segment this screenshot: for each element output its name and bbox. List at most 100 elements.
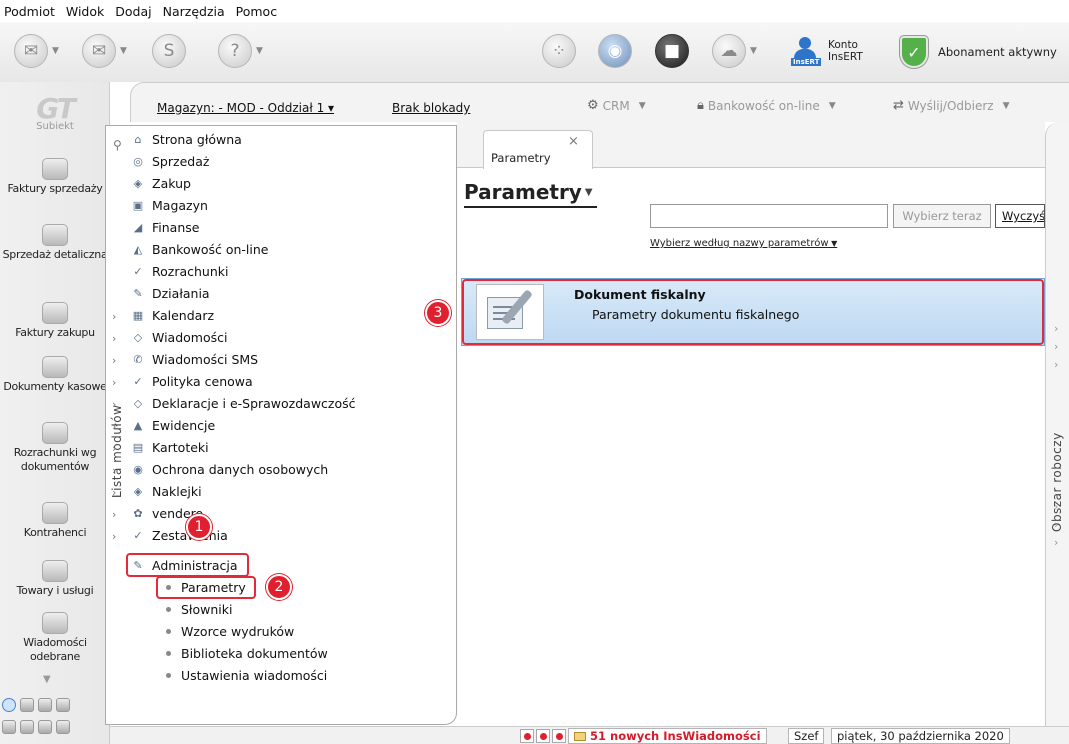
submodule-wzorce-wydrukow[interactable]: Wzorce wydruków [166,620,294,642]
nav-rozrachunki[interactable]: Rozrachunki wg dokumentów [0,422,110,474]
wyslij-odbierz-button[interactable]: ⇄ Wyślij/Odbierz ▼ [893,98,1010,113]
nav-faktury-sprzedazy[interactable]: Faktury sprzedaży [0,158,110,196]
receive-mail-button[interactable]: ✉ ▼ [82,34,127,68]
expand-chevron-icon[interactable]: › [112,376,116,389]
expand-chevron-icon[interactable]: › [112,508,116,521]
help-button[interactable]: ? ▼ [218,34,263,68]
expand-chevron-icon[interactable]: › [112,420,116,433]
cloud-button[interactable]: ☁ ▼ [712,34,757,68]
workspace-sidebar[interactable]: › › › Obszar roboczy › › › [1045,122,1069,728]
module-wiadomosci[interactable]: ◇ Wiadomości [130,326,228,348]
module-strona-glowna[interactable]: ⌂ Strona główna [130,128,242,150]
menu-widok[interactable]: Widok [66,4,104,19]
reports-icon: ✓ [133,528,143,542]
cart-icon: ◈ [133,176,143,190]
step-badge-1: 1 [186,514,212,540]
chevron-down-icon: ▼ [750,46,757,56]
module-naklejki[interactable]: ◈ Naklejki [130,480,202,502]
purchase-icon [42,302,68,324]
shortcut-icon[interactable] [2,720,16,734]
nav-sprzedaz-detaliczna[interactable]: Sprzedaż detaliczna [0,224,110,262]
inswiadomosci-status[interactable]: 51 nowych InsWiadomości [568,728,767,744]
choose-by-link[interactable]: Wybierz według nazwy parametrów ▼ [650,238,837,249]
menu-dodaj[interactable]: Dodaj [115,4,151,19]
menu-pomoc[interactable]: Pomoc [236,4,277,19]
calendar-icon: ▦ [132,308,144,322]
submodule-ustawienia-wiadomosci[interactable]: Ustawienia wiadomości [166,664,327,686]
expand-chevron-icon[interactable]: › [112,332,116,345]
sfera-button[interactable]: S [152,34,186,68]
nav-kontrahenci[interactable]: Kontrahenci [0,502,110,540]
crm-icon: ⚙ [587,98,599,113]
submodule-slowniki[interactable]: Słowniki [166,598,232,620]
loading-button[interactable]: ⁘ [542,34,576,68]
konto-insert-button[interactable]: InsERT Konto InsERT [790,36,863,66]
page-title[interactable]: Parametry ▼ [464,180,597,208]
module-kalendarz[interactable]: ▦ Kalendarz [130,304,214,326]
module-kartoteki[interactable]: ▤ Kartoteki [130,436,209,458]
abonament-label: Abonament aktywny [938,45,1057,59]
nav-towary-uslugi[interactable]: Towary i usługi [0,560,110,598]
status-indicator[interactable] [520,729,534,743]
module-rozrachunki[interactable]: ✓ Rozrachunki [130,260,228,282]
status-indicator[interactable] [552,729,566,743]
shortcut-icon[interactable] [56,720,70,734]
nav-faktury-zakupu[interactable]: Faktury zakupu [0,302,110,340]
module-magazyn[interactable]: ▣ Magazyn [130,194,208,216]
bankowosc-button[interactable]: 🔒︎ Bankowość on-line ▼ [697,98,836,113]
module-finanse[interactable]: ◢ Finanse [130,216,200,238]
konto-label-line2: InsERT [828,51,863,63]
module-bankowosc[interactable]: ◭ Bankowość on-line [130,238,269,260]
abonament-button[interactable]: ✓ Abonament aktywny [900,36,1057,68]
expand-chevron-icon[interactable]: › [112,310,116,323]
clear-button[interactable]: Wyczyść [995,204,1045,228]
shortcut-icon[interactable] [2,698,16,712]
nav-wiadomosci-odebrane[interactable]: Wiadomości odebrane [0,612,110,664]
expand-chevron-icon[interactable]: › [112,486,116,499]
chevron-down-icon: ▼ [584,186,593,198]
module-polityka-cenowa[interactable]: ✓ Polityka cenowa [130,370,252,392]
module-wiadomosci-sms[interactable]: ✆ Wiadomości SMS [130,348,258,370]
warehouse-icon: ▣ [132,198,144,212]
module-dzialania[interactable]: ✎ Działania [130,282,209,304]
expand-chevron-icon[interactable]: › [112,398,116,411]
menu-podmiot[interactable]: Podmiot [4,4,55,19]
privacy-icon: ◉ [133,462,143,476]
module-zestawienia[interactable]: ✓Zestawienia [130,524,227,546]
module-sprzedaz[interactable]: ◎ Sprzedaż [130,150,209,172]
pin-icon[interactable]: ⚲ [113,138,122,152]
module-deklaracje[interactable]: ◇ Deklaracje i e-Sprawozdawczość [130,392,356,414]
menu-bar: Podmiot Widok Dodaj Narzędzia Pomoc [0,0,1069,22]
cube-button[interactable]: ■ [655,34,689,68]
crm-button[interactable]: ⚙ CRM ▼ [587,98,646,113]
magazyn-selector[interactable]: Magazyn: - MOD - Oddział 1 ▾ [157,101,334,115]
shortcut-icon[interactable] [20,698,34,712]
scroll-down-icon[interactable]: ▼ [43,674,51,685]
globe-button[interactable]: ◉ [598,34,632,68]
shortcut-icon[interactable] [20,720,34,734]
shortcut-icon[interactable] [38,720,52,734]
cash-documents-icon [42,356,68,378]
shortcut-icon[interactable] [56,698,70,712]
shortcut-icon[interactable] [38,698,52,712]
app-logo: GT Subiekt [20,92,90,132]
expand-chevron-icon[interactable]: › [112,530,116,543]
expand-chevron-icon[interactable]: › [112,354,116,367]
status-indicator[interactable] [536,729,550,743]
expand-chevron-icon[interactable]: › [112,442,116,455]
module-ochrona-danych[interactable]: ◉ Ochrona danych osobowych [130,458,328,480]
submodule-biblioteka-dokumentow[interactable]: Biblioteka dokumentów [166,642,328,664]
search-input[interactable] [650,204,888,228]
menu-narzedzia[interactable]: Narzędzia [163,4,225,19]
send-mail-button[interactable]: ✉ ▼ [14,34,59,68]
nav-dokumenty-kasowe[interactable]: Dokumenty kasowe [0,356,110,394]
tab-parametry[interactable]: Parametry × [483,130,593,169]
help-icon: ? [218,34,252,68]
module-ewidencje[interactable]: ▲ Ewidencje [130,414,215,436]
envelope-send-icon: ✉ [14,34,48,68]
choose-now-button[interactable]: Wybierz teraz [893,204,991,228]
expand-chevron-icon[interactable]: › [112,464,116,477]
close-icon[interactable]: × [568,134,579,149]
blokada-link[interactable]: Brak blokady [392,101,470,115]
module-zakup[interactable]: ◈ Zakup [130,172,191,194]
